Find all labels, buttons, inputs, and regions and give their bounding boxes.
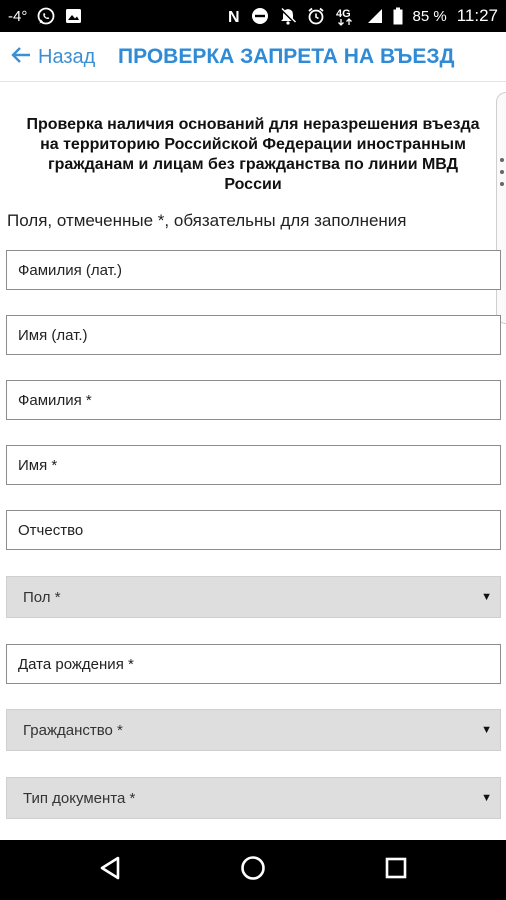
back-triangle-icon (99, 856, 121, 885)
whatsapp-icon (37, 7, 55, 25)
required-fields-note: Поля, отмеченные *, обязательны для запо… (7, 211, 407, 230)
battery-percent-text: 85 % (412, 7, 447, 25)
name-field[interactable]: Имя * (6, 445, 501, 485)
latin-name-field[interactable]: Имя (лат.) (6, 315, 501, 355)
arrow-left-icon (10, 45, 32, 70)
app-bar: Назад ПРОВЕРКА ЗАПРЕТА НА ВЪЕЗД (0, 32, 506, 82)
nav-home-button[interactable] (223, 840, 283, 900)
svg-text:N: N (228, 9, 240, 25)
latin-name-placeholder: Имя (лат.) (18, 326, 88, 344)
status-bar-left: -4° (8, 0, 82, 32)
image-icon (65, 8, 82, 24)
clock-text: 11:27 (456, 6, 498, 25)
dropdown-arrow-icon: ▼ (481, 591, 492, 603)
back-button-label: Назад (38, 45, 96, 68)
temperature-text: -4° (8, 7, 28, 25)
status-bar: -4° N 4G 85 % 11:27 (0, 0, 506, 32)
surname-field[interactable]: Фамилия * (6, 380, 501, 420)
back-button[interactable]: Назад (10, 32, 95, 82)
alarm-icon (307, 7, 325, 25)
dropdown-arrow-icon: ▼ (481, 724, 492, 736)
patronymic-field[interactable]: Отчество (6, 510, 501, 550)
notifications-off-icon (279, 7, 297, 25)
gender-select[interactable]: Пол * ▼ (6, 576, 501, 618)
system-nav-bar (0, 840, 506, 900)
do-not-disturb-icon (251, 7, 269, 25)
page-title: ПРОВЕРКА ЗАПРЕТА НА ВЪЕЗД (118, 45, 455, 68)
surname-placeholder: Фамилия * (18, 391, 92, 409)
latin-surname-placeholder: Фамилия (лат.) (18, 261, 122, 279)
form-content[interactable]: Проверка наличия оснований для неразреше… (0, 82, 506, 840)
citizenship-select-label: Гражданство * (23, 721, 123, 739)
recents-square-icon (385, 857, 407, 884)
gender-select-label: Пол * (23, 588, 61, 606)
birth-date-field[interactable]: Дата рождения * (6, 644, 501, 684)
home-circle-icon (240, 855, 266, 886)
drag-dots-icon (499, 158, 505, 194)
battery-icon (393, 7, 403, 25)
nfc-icon: N (227, 7, 241, 25)
signal-icon (367, 8, 383, 24)
network-type-icon: 4G (335, 6, 357, 26)
form-heading: Проверка наличия оснований для неразреше… (26, 116, 480, 193)
citizenship-select[interactable]: Гражданство * ▼ (6, 709, 501, 751)
nav-recents-button[interactable] (366, 840, 426, 900)
latin-surname-field[interactable]: Фамилия (лат.) (6, 250, 501, 290)
patronymic-placeholder: Отчество (18, 521, 84, 539)
name-placeholder: Имя * (18, 456, 58, 474)
birth-date-placeholder: Дата рождения * (18, 655, 134, 673)
network-type-text: 4G (336, 8, 351, 20)
document-type-select-label: Тип документа * (23, 789, 136, 807)
status-bar-right: N 4G 85 % 11:27 (227, 0, 498, 32)
document-type-select[interactable]: Тип документа * ▼ (6, 777, 501, 819)
dropdown-arrow-icon: ▼ (481, 792, 492, 804)
nav-back-button[interactable] (80, 840, 140, 900)
